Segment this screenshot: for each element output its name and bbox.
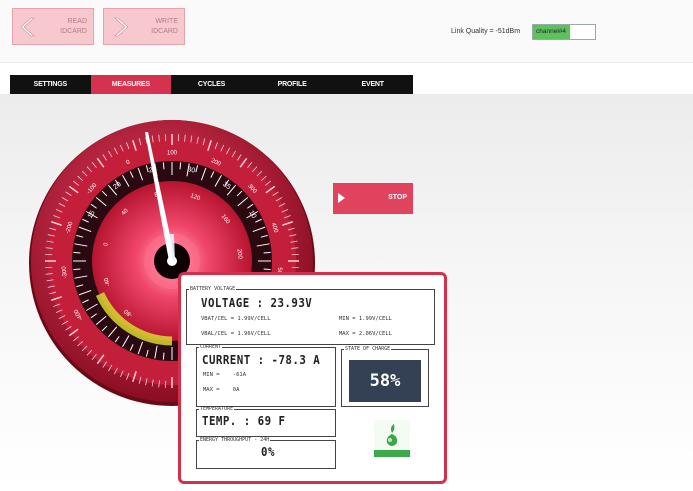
tab-cycles[interactable]: CYCLES: [171, 75, 252, 94]
read-idcard-button[interactable]: READ IDCARD: [12, 8, 94, 45]
current-group: CURRENT CURRENT : -78.3 A MIN = -61A MAX…: [196, 345, 336, 407]
soc-legend: STATE OF CHARGE: [345, 346, 391, 352]
play-icon: [338, 193, 345, 203]
voltage-value: VOLTAGE : 23.93V: [201, 296, 313, 310]
gauge-inner-label: 200: [236, 249, 243, 260]
channel-label: channel#4: [536, 28, 566, 35]
battery-voltage-legend: BATTERY VOLTAGE: [190, 286, 236, 292]
stop-label: STOP: [388, 194, 407, 201]
write-idcard-button[interactable]: WRITE IDCARD: [103, 8, 185, 45]
gauge-tick: [73, 251, 81, 254]
tab-event[interactable]: EVENT: [332, 75, 413, 94]
current-min-value: MIN = -61A: [203, 372, 247, 378]
state-of-charge-group: STATE OF CHARGE 58%: [341, 347, 429, 407]
vbat-cell-value: VBAT/CEL = 1.99V/CELL: [201, 316, 271, 322]
gauge-tick: [162, 352, 165, 360]
tab-measures[interactable]: MEASURES: [90, 75, 172, 94]
tab-settings[interactable]: SETTINGS: [10, 75, 91, 94]
gauge-tick: [263, 268, 271, 271]
energy-throughput-group: ENERGY THROUGHPUT - 24H 0%: [196, 438, 336, 469]
measures-panel: BATTERY VOLTAGE VOLTAGE : 23.93V VBAT/CE…: [178, 272, 447, 484]
gauge-tick: [73, 268, 81, 271]
temperature-value: TEMP. : 69 F: [202, 414, 286, 428]
channel-indicator: channel#4: [532, 24, 596, 40]
voltage-max-value: MAX = 2.06V/CELL: [339, 331, 392, 337]
energy-legend: ENERGY THROUGHPUT - 24H: [200, 437, 270, 443]
top-toolbar: READ IDCARD WRITE IDCARD Link Quality = …: [0, 0, 693, 63]
main-tabs: SETTINGS MEASURES CYCLES PROFILE EVENT: [10, 75, 413, 94]
gauge-tick: [263, 251, 271, 254]
current-max-value: MAX = 0A: [203, 387, 240, 393]
chevron-right-icon: [114, 17, 129, 37]
chevron-left-icon: [20, 17, 35, 37]
eco-leaf-icon[interactable]: [374, 420, 410, 457]
battery-voltage-group: BATTERY VOLTAGE VOLTAGE : 23.93V VBAT/CE…: [186, 287, 435, 345]
energy-value: 0%: [261, 445, 275, 459]
vbal-cell-value: VBAL/CEL = 1.96V/CELL: [201, 331, 271, 337]
temperature-legend: TEMPERATURE: [200, 406, 234, 412]
temperature-group: TEMPERATURE TEMP. : 69 F: [196, 407, 336, 437]
read-idcard-label: READ IDCARD: [60, 18, 87, 35]
gauge-tick: [179, 162, 182, 170]
voltage-min-value: MIN = 1.99V/CELL: [339, 316, 392, 322]
tab-profile[interactable]: PROFILE: [252, 75, 333, 94]
current-value: CURRENT : -78.3 A: [202, 353, 321, 367]
gauge-outer-label: 100: [167, 151, 178, 157]
gauge-tick: [162, 162, 165, 170]
current-legend: CURRENT: [200, 344, 222, 350]
link-quality-text: Link Quality = -51dBm: [451, 28, 521, 35]
stop-button[interactable]: STOP: [333, 183, 413, 214]
soc-value: 58%: [349, 360, 421, 402]
write-idcard-label: WRITE IDCARD: [151, 18, 178, 35]
